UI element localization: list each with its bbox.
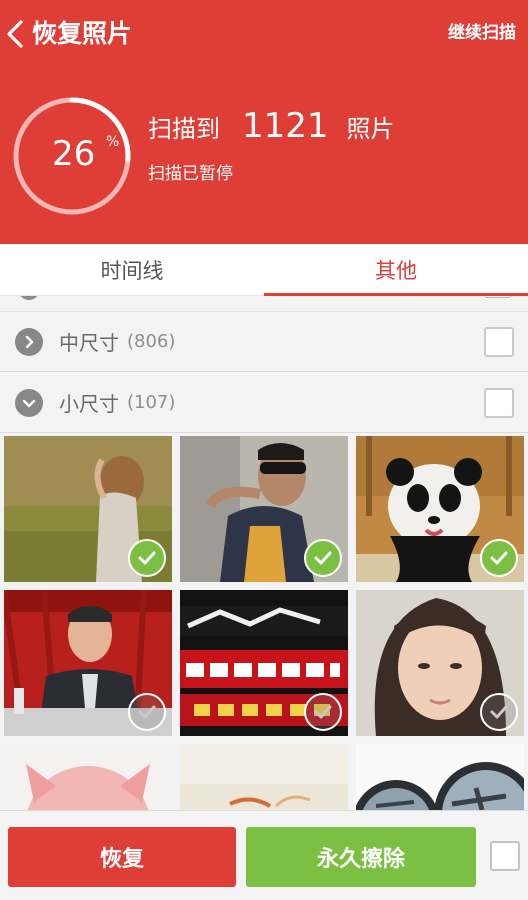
progress-ring: 26 % — [12, 96, 132, 216]
checked-icon — [128, 539, 166, 577]
tab-timeline[interactable]: 时间线 — [0, 244, 264, 295]
header-bar: 恢复照片 继续扫描 26 % 扫描到 1121 照片 扫描已暂停 — [0, 0, 528, 244]
unchecked-icon — [128, 693, 166, 731]
photo-thumbnail[interactable] — [4, 590, 172, 736]
action-bar: 恢复 永久擦除 — [0, 810, 528, 900]
photo-thumbnail[interactable] — [356, 744, 524, 810]
photo-thumbnail[interactable] — [356, 590, 524, 736]
tab-bar: 时间线 其他 — [0, 244, 528, 296]
chevron-down-icon — [15, 388, 43, 417]
permanent-erase-button[interactable]: 永久擦除 — [246, 827, 476, 887]
scan-summary: 扫描到 1121 照片 — [148, 104, 395, 148]
group-checkbox[interactable] — [484, 327, 514, 357]
scan-suffix: 照片 — [346, 114, 395, 143]
app-screen: 恢复照片 继续扫描 26 % 扫描到 1121 照片 扫描已暂停 时间线 其他 — [0, 0, 528, 900]
checked-icon — [304, 539, 342, 577]
back-arrow-icon — [7, 20, 23, 48]
photo-thumbnail[interactable] — [180, 590, 348, 736]
group-checkbox[interactable] — [484, 296, 512, 298]
continue-scan-button[interactable]: 继续扫描 — [448, 18, 516, 48]
previous-group-row — [0, 296, 528, 312]
back-button[interactable] — [4, 14, 26, 54]
progress-unit: % — [106, 134, 120, 150]
chevron-right-icon — [15, 327, 43, 356]
photo-thumbnail[interactable] — [4, 744, 172, 810]
progress-value: 26 — [52, 134, 96, 174]
group-row-medium[interactable]: 中尺寸 (806) — [0, 312, 528, 372]
checked-icon — [480, 539, 518, 577]
group-count: (107) — [127, 392, 176, 413]
group-count: (806) — [127, 331, 176, 352]
photo-pale-landscape — [180, 744, 348, 810]
page-title: 恢复照片 — [32, 19, 133, 48]
photo-pink-pig — [4, 744, 172, 810]
photo-list[interactable]: 中尺寸 (806) 小尺寸 (107) — [0, 296, 528, 810]
photo-thumbnail[interactable] — [180, 744, 348, 810]
unchecked-icon — [304, 693, 342, 731]
chevron-icon — [18, 296, 40, 300]
unchecked-icon — [480, 693, 518, 731]
select-all-checkbox[interactable] — [490, 841, 520, 871]
group-row-small[interactable]: 小尺寸 (107) — [0, 373, 528, 433]
scan-status: 扫描已暂停 — [148, 164, 233, 184]
tab-other[interactable]: 其他 — [264, 244, 528, 296]
photo-airplane-mirror — [356, 744, 524, 810]
scan-count: 1121 — [242, 106, 329, 146]
scan-prefix: 扫描到 — [148, 114, 220, 143]
group-name: 中尺寸 — [59, 331, 119, 355]
restore-button[interactable]: 恢复 — [8, 827, 236, 887]
group-name: 小尺寸 — [59, 392, 119, 416]
photo-thumbnail[interactable] — [356, 436, 524, 582]
group-checkbox[interactable] — [484, 388, 514, 418]
photo-thumbnail[interactable] — [180, 436, 348, 582]
photo-thumbnail[interactable] — [4, 436, 172, 582]
